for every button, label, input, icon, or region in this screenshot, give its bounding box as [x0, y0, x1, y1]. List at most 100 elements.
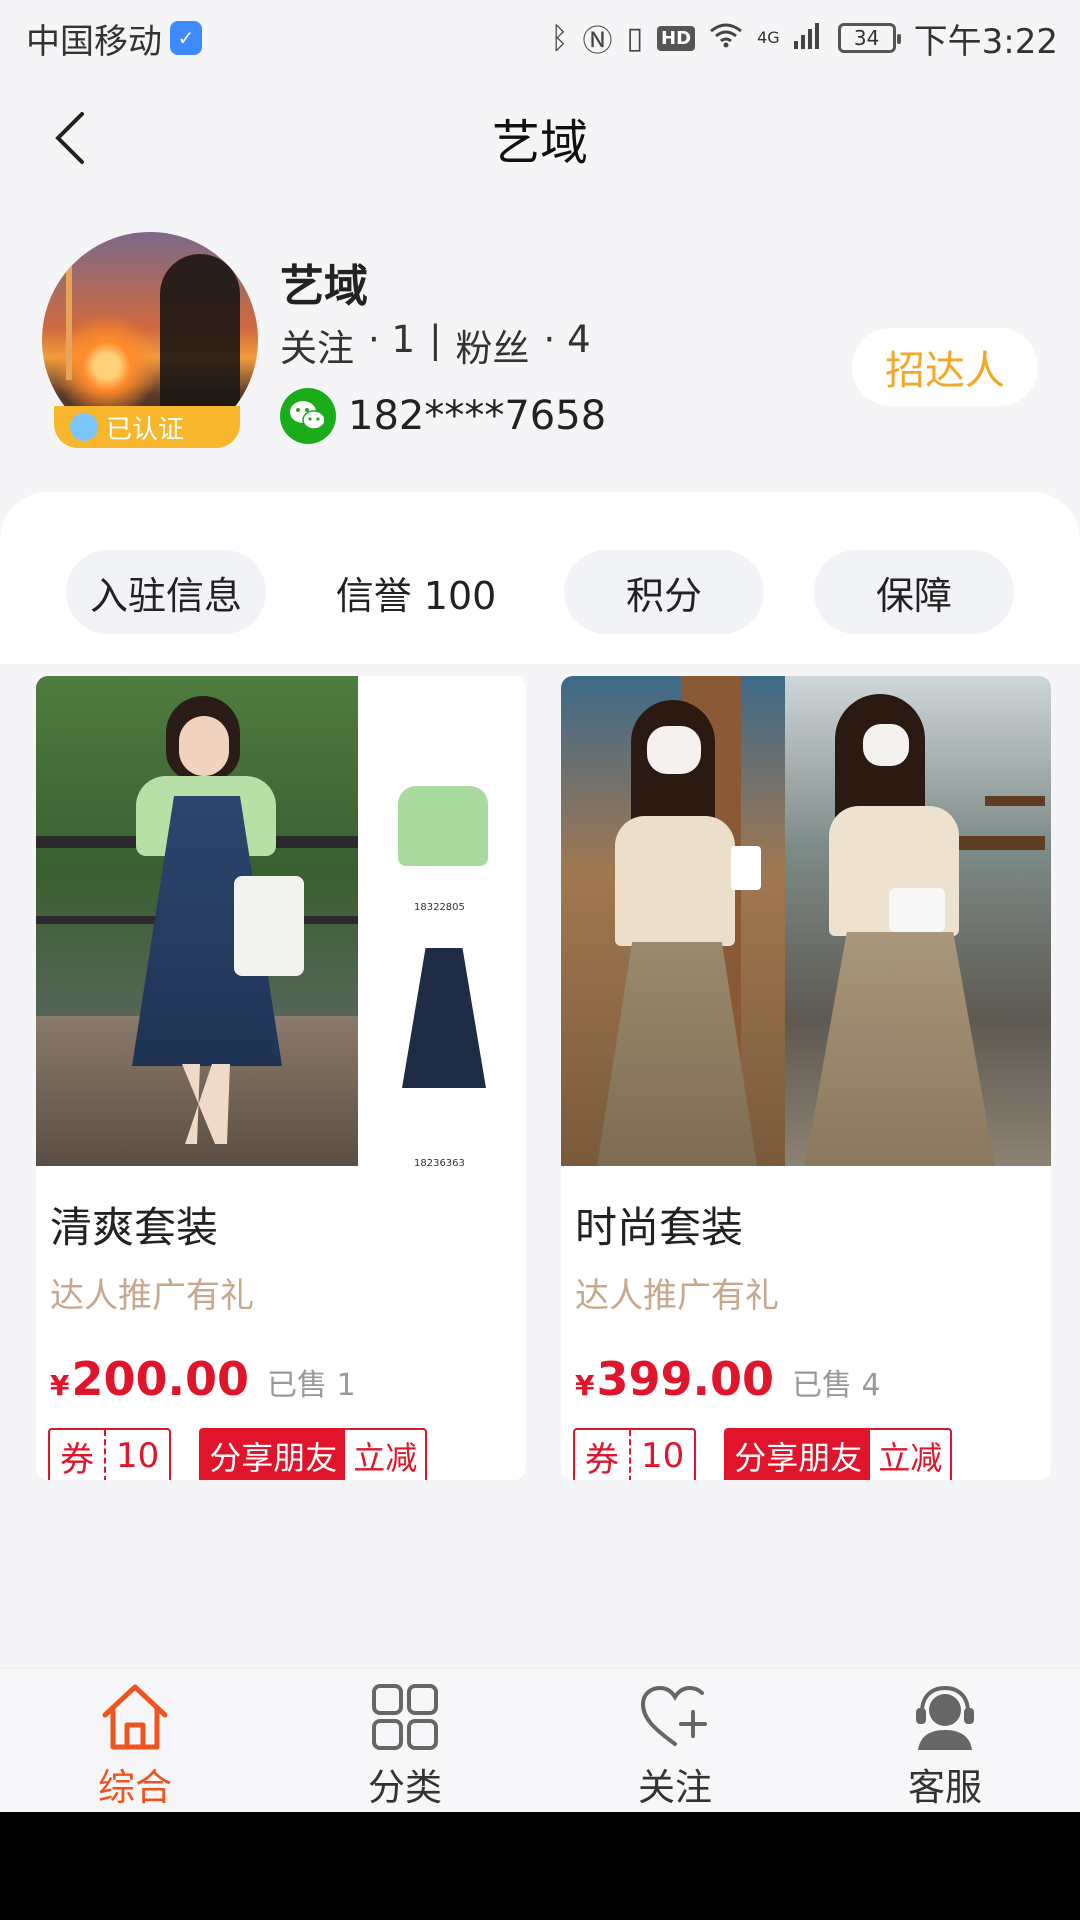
coupon-label: 券 — [575, 1430, 631, 1480]
home-icon — [95, 1677, 175, 1757]
info-tabs: 入驻信息 信誉 100 积分 保障 — [0, 492, 1080, 664]
contact-row[interactable]: 182****7658 — [280, 388, 606, 444]
carrier-name: 中国移动 — [26, 21, 162, 62]
price-row: ¥ 200.00 已售 1 — [50, 1352, 356, 1406]
product-image[interactable] — [561, 676, 1051, 1166]
share-label: 分享朋友 — [201, 1430, 346, 1480]
chevron-left-icon — [55, 112, 84, 164]
hd-icon: HD — [657, 25, 696, 51]
bluetooth-icon: ᛒ — [550, 20, 569, 56]
nav-item-category[interactable]: 分类 — [270, 1669, 540, 1812]
coupon-badge[interactable]: 券 10 — [48, 1428, 172, 1480]
shirt-swatch — [398, 786, 488, 866]
product-photo-model — [561, 676, 785, 1166]
verified-label: 已认证 — [106, 414, 185, 445]
heart-plus-icon — [635, 1677, 715, 1757]
share-label: 分享朋友 — [726, 1430, 871, 1480]
coffee-cup — [731, 846, 761, 890]
follow-label[interactable]: 关注 — [280, 318, 354, 372]
vibrate-icon: ▯ — [626, 20, 644, 56]
model-blouse — [615, 816, 735, 946]
badge-row: 券 10 分享朋友 立减 — [48, 1428, 428, 1480]
product-promo: 达人推广有礼 — [50, 1276, 254, 1316]
follow-stats: 关注 · 1 | 粉丝 · 4 — [280, 318, 591, 372]
share-action: 立减 — [353, 1439, 418, 1477]
nav-item-follow[interactable]: 关注 — [540, 1669, 810, 1812]
sold-count: 已售 4 — [792, 1368, 881, 1403]
product-detail-panel: 18322805 18236363 — [358, 676, 526, 1166]
product-title: 时尚套装 — [575, 1203, 744, 1252]
coupon-badge[interactable]: 券 10 — [573, 1428, 697, 1480]
price-row: ¥ 399.00 已售 4 — [575, 1352, 881, 1406]
model-bag — [889, 888, 945, 932]
back-button[interactable] — [40, 106, 100, 170]
sold-count: 已售 1 — [267, 1368, 356, 1403]
nfc-icon: Ⓝ — [582, 24, 613, 59]
shop-name: 艺域 — [280, 261, 368, 312]
fans-count: · 4 — [543, 318, 591, 361]
system-nav-bar — [0, 1812, 1080, 1920]
battery-icon: 34 — [837, 23, 901, 53]
verified-user-icon — [70, 413, 98, 441]
overall-swatch — [402, 948, 486, 1088]
page-title: 艺域 — [491, 115, 588, 171]
wechat-icon — [280, 388, 336, 444]
model-mask — [647, 726, 701, 774]
carrier-group: 中国移动 ✓ — [26, 14, 202, 63]
product-card[interactable]: 18322805 18236363 清爽套装 达人推广有礼 ¥ 200.00 已… — [36, 676, 526, 1480]
nav-label: 分类 — [368, 1766, 442, 1809]
nav-label: 客服 — [908, 1766, 982, 1809]
product-promo: 达人推广有礼 — [575, 1276, 779, 1316]
product-image[interactable]: 18322805 18236363 — [36, 676, 526, 1166]
bottom-nav: 综合 分类 关注 客服 — [0, 1668, 1080, 1812]
model-skirt — [805, 932, 995, 1166]
model-bag — [234, 876, 304, 976]
product-grid: 18322805 18236363 清爽套装 达人推广有礼 ¥ 200.00 已… — [0, 664, 1080, 1650]
phone-number: 182****7658 — [348, 393, 607, 439]
status-icons: ᛒ Ⓝ ▯ HD 4G 34 下午3:22 — [551, 14, 1058, 63]
badge-row: 券 10 分享朋友 立减 — [573, 1428, 953, 1480]
network-type: 4G — [757, 27, 780, 47]
cafe-table — [985, 796, 1045, 806]
nav-item-customer-service[interactable]: 客服 — [810, 1669, 1080, 1812]
shop-profile: 已认证 艺域 关注 · 1 | 粉丝 · 4 182****7658 招达人 — [0, 200, 1080, 490]
product-photo-model — [785, 676, 1051, 1166]
share-action: 立减 — [878, 1439, 943, 1477]
product-price: 200.00 — [71, 1352, 249, 1406]
coupon-label: 券 — [50, 1430, 106, 1480]
product-title: 清爽套装 — [50, 1203, 219, 1252]
nav-bar: 艺域 — [0, 76, 1080, 200]
model-mask — [863, 724, 909, 766]
customer-service-icon — [905, 1677, 985, 1757]
wifi-icon — [709, 21, 743, 56]
verified-badge: 已认证 — [54, 406, 240, 448]
currency-symbol: ¥ — [575, 1369, 595, 1402]
signal-icon — [793, 18, 824, 58]
item-code: 18236363 — [414, 1158, 465, 1166]
shield-icon: ✓ — [170, 21, 202, 55]
coupon-value: 10 — [641, 1436, 685, 1476]
recruit-talent-button[interactable]: 招达人 — [852, 328, 1038, 406]
product-card[interactable]: 时尚套装 达人推广有礼 ¥ 399.00 已售 4 券 10 分享朋友 立减 — [561, 676, 1051, 1480]
nav-label: 关注 — [638, 1766, 712, 1809]
tab-guarantee[interactable]: 保障 — [814, 550, 1014, 634]
share-discount-badge[interactable]: 分享朋友 立减 — [724, 1428, 953, 1480]
follow-count: · 1 — [368, 318, 416, 361]
grid-icon — [365, 1677, 445, 1757]
status-bar: 中国移动 ✓ ᛒ Ⓝ ▯ HD 4G 34 下午3:22 — [0, 0, 1080, 76]
tab-credit[interactable]: 信誉 100 — [316, 550, 516, 634]
product-photo-model — [36, 676, 358, 1166]
model-face — [179, 716, 229, 776]
avatar-pole — [66, 260, 72, 380]
tab-settlement-info[interactable]: 入驻信息 — [66, 550, 266, 634]
tab-points[interactable]: 积分 — [564, 550, 764, 634]
share-discount-badge[interactable]: 分享朋友 立减 — [199, 1428, 428, 1480]
coupon-value: 10 — [116, 1436, 160, 1476]
product-price: 399.00 — [596, 1352, 774, 1406]
fans-label[interactable]: 粉丝 — [456, 318, 530, 372]
clock: 下午3:22 — [913, 21, 1058, 62]
currency-symbol: ¥ — [50, 1369, 70, 1402]
stats-separator: | — [429, 318, 442, 361]
nav-item-overview[interactable]: 综合 — [0, 1669, 270, 1812]
item-code: 18322805 — [414, 902, 465, 913]
